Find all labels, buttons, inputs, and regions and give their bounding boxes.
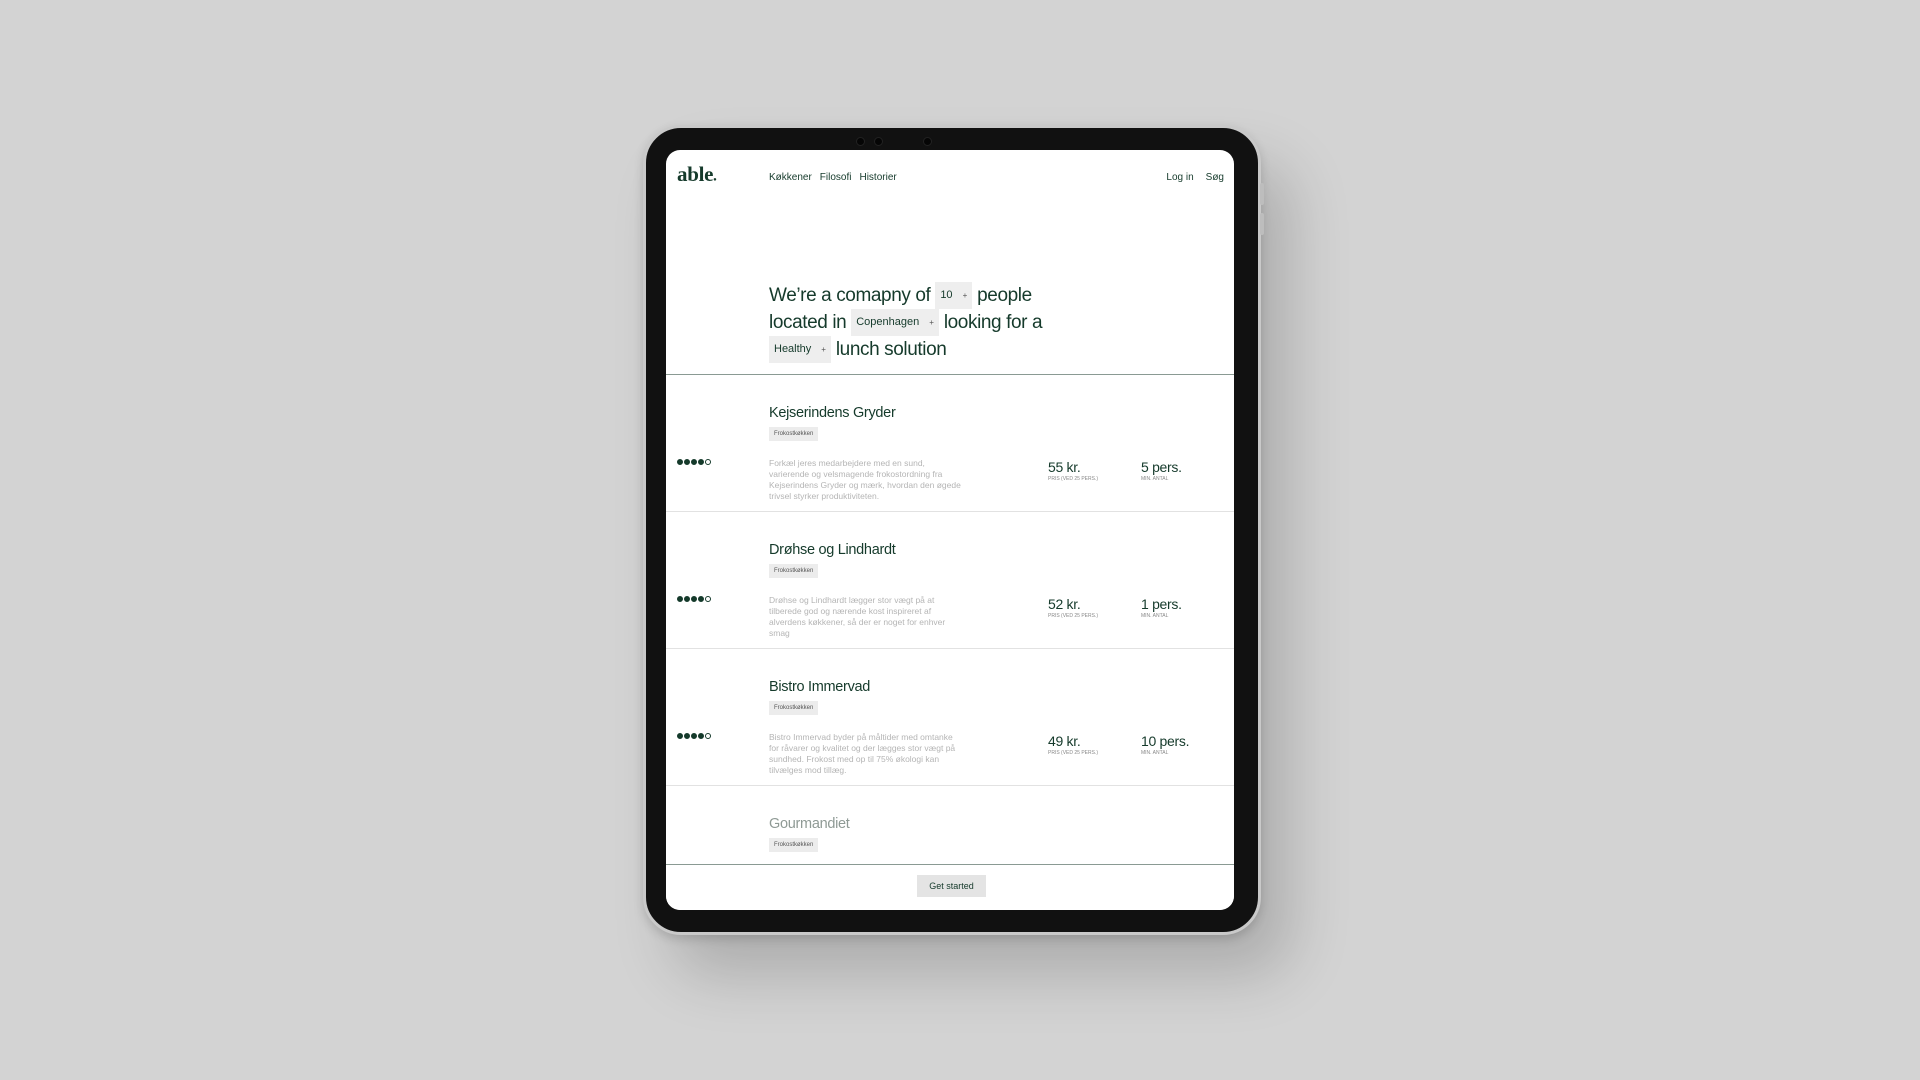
price-label: PRIS (VED 25 PERS.) (1048, 750, 1099, 756)
min-persons-label: MIN. ANTAL (1141, 750, 1169, 756)
list-item[interactable]: Kejserindens Gryder Frokostkøkken Forkæl… (666, 375, 1234, 512)
kitchen-description: Forkæl jeres medarbejdere med en sund, v… (769, 458, 961, 501)
kitchen-description: Bistro Immervad byder på måltider med om… (769, 732, 956, 775)
price-value: 52 kr. (1048, 596, 1081, 612)
price-value: 49 kr. (1048, 733, 1081, 749)
rating-dot-filled-icon (698, 733, 704, 739)
city-value: Copenhagen (856, 316, 920, 328)
kitchen-name: Gourmandiet (769, 816, 850, 832)
rating-dot-empty-icon (705, 733, 711, 739)
rating-dots (677, 596, 711, 602)
rating-dot-filled-icon (691, 459, 697, 465)
hero-sentence: We’re a comapny of 10 + people located i… (769, 282, 1043, 363)
price-value: 55 kr. (1048, 459, 1081, 475)
bottom-bar: Get started (666, 864, 1234, 910)
rating-dot-filled-icon (698, 459, 704, 465)
food-type-value: Healthy (774, 343, 812, 355)
category-tag: Frokostkøkken (769, 701, 819, 715)
rating-dots (677, 459, 711, 465)
rating-dot-empty-icon (705, 459, 711, 465)
kitchen-name: Drøhse og Lindhardt (769, 542, 896, 558)
app-screen: able● Køkkener Filosofi Historier Log in… (666, 150, 1234, 910)
list-item[interactable]: Drøhse og Lindhardt Frokostkøkken Drøhse… (666, 512, 1234, 649)
nav-item-filosofi[interactable]: Filosofi (820, 172, 852, 183)
category-tag: Frokostkøkken (769, 564, 819, 578)
hero-text: We’re a comapny of (769, 285, 931, 306)
rating-dot-filled-icon (691, 596, 697, 602)
people-count-select[interactable]: 10 + (935, 282, 973, 309)
volume-button (1260, 183, 1264, 205)
volume-button (1260, 213, 1264, 235)
kitchen-list: Kejserindens Gryder Frokostkøkken Forkæl… (666, 375, 1234, 910)
min-persons-label: MIN. ANTAL (1141, 476, 1169, 482)
nav-item-historier[interactable]: Historier (859, 172, 896, 183)
hero-text: lunch solution (835, 339, 947, 360)
rating-dot-filled-icon (677, 733, 683, 739)
hero-text: located in (769, 312, 847, 333)
price-label: PRIS (VED 25 PERS.) (1048, 613, 1099, 619)
kitchen-name: Bistro Immervad (769, 679, 871, 695)
logo-dot-icon: ● (713, 177, 717, 183)
search-link[interactable]: Søg (1206, 172, 1224, 183)
rating-dot-filled-icon (677, 459, 683, 465)
min-persons-value: 10 pers. (1141, 733, 1190, 749)
city-select[interactable]: Copenhagen + (851, 309, 939, 336)
login-link[interactable]: Log in (1166, 172, 1193, 183)
utility-nav: Log in Søg (1166, 172, 1224, 183)
main-nav: Køkkener Filosofi Historier (769, 172, 897, 183)
rating-dot-filled-icon (677, 596, 683, 602)
hero-text: looking for a (943, 312, 1043, 333)
kitchen-description: Drøhse og Lindhardt lægger stor vægt på … (769, 595, 946, 638)
kitchen-name: Kejserindens Gryder (769, 405, 896, 421)
plus-icon: + (962, 291, 968, 300)
category-tag: Frokostkøkken (769, 838, 819, 852)
rating-dots (677, 733, 711, 739)
min-persons-value: 5 pers. (1141, 459, 1182, 475)
sensor-icon (856, 137, 865, 146)
rating-dot-filled-icon (684, 596, 690, 602)
list-item[interactable]: Bistro Immervad Frokostkøkken Bistro Imm… (666, 649, 1234, 786)
rating-dot-filled-icon (691, 733, 697, 739)
min-persons-label: MIN. ANTAL (1141, 613, 1169, 619)
nav-item-kokkener[interactable]: Køkkener (769, 172, 812, 183)
rating-dot-filled-icon (698, 596, 704, 602)
logo[interactable]: able● (677, 162, 717, 187)
rating-dot-filled-icon (684, 459, 690, 465)
min-persons-value: 1 pers. (1141, 596, 1182, 612)
sensor-icon (923, 137, 932, 146)
hero-text: people (977, 285, 1032, 306)
rating-dot-filled-icon (684, 733, 690, 739)
plus-icon: + (821, 345, 826, 354)
price-label: PRIS (VED 25 PERS.) (1048, 476, 1099, 482)
food-type-select[interactable]: Healthy + (769, 336, 831, 363)
people-count-value: 10 (940, 289, 953, 301)
get-started-button[interactable]: Get started (917, 875, 986, 897)
plus-icon: + (929, 318, 934, 327)
rating-dot-empty-icon (705, 596, 711, 602)
category-tag: Frokostkøkken (769, 427, 819, 441)
camera-icon (874, 137, 883, 146)
